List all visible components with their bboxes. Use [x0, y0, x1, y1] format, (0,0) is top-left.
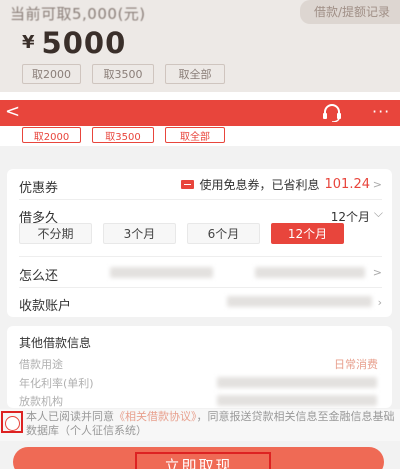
button-highlight-box [135, 452, 271, 469]
take-all-chip[interactable]: 取全部 [165, 127, 225, 143]
divider [19, 199, 382, 200]
amount-value: 5000 [41, 26, 127, 60]
redacted-repay-info [255, 267, 365, 278]
receiving-account-label: 收款账户 [19, 299, 72, 314]
take-2000-chip-background[interactable]: 取2000 [22, 64, 81, 84]
take-3500-chip-background[interactable]: 取3500 [92, 64, 154, 84]
term-options: 不分期 3个月 6个月 12个月 [19, 223, 344, 244]
amount-chip-bar: 取2000 取3500 取全部 [0, 126, 400, 146]
other-loan-info-card: 其他借款信息 借款用途 日常消费 年化利率(单利) 放款机构 [7, 326, 392, 408]
chevron-right-icon: › [377, 296, 382, 309]
agreement-text: 本人已阅读并同意《相关借款协议》，同意报送贷款相关信息至金融信息基础数据库（个人… [26, 410, 396, 438]
repay-label: 怎么还 [19, 269, 59, 284]
available-amount-label: 当前可取5,000(元) [10, 5, 146, 23]
coupon-row[interactable]: 优惠券 使用免息券，已省利息 101.24 > [7, 169, 392, 199]
take-all-chip-background[interactable]: 取全部 [165, 64, 225, 84]
more-icon[interactable]: ··· [372, 102, 390, 121]
app-bar: < ··· [0, 100, 400, 126]
agreement-bar: 本人已阅读并同意《相关借款协议》，同意报送贷款相关信息至金融信息基础数据库（个人… [0, 409, 400, 441]
other-info-title: 其他借款信息 [19, 336, 92, 350]
redacted-lender [217, 395, 377, 406]
radio-highlight-box [1, 411, 23, 433]
term-option-6-months[interactable]: 6个月 [187, 223, 260, 244]
redacted-account-info [227, 296, 372, 307]
term-option-none[interactable]: 不分期 [19, 223, 92, 244]
loan-record-link[interactable]: 借款/提额记录 [299, 0, 400, 24]
repay-row[interactable]: 怎么还 > [7, 257, 392, 287]
purpose-label: 借款用途 [19, 358, 63, 371]
lender-label: 放款机构 [19, 395, 63, 408]
chevron-right-icon: > [372, 266, 382, 279]
loan-options-card: 优惠券 使用免息券，已省利息 101.24 > 借多久 12个月 ⌵ 不分期 3个… [7, 169, 392, 317]
receiving-account-row[interactable]: 收款账户 › [7, 288, 392, 317]
divider-stripe [0, 92, 400, 100]
amount-display: ¥5000 [22, 26, 126, 60]
chevron-right-icon: > [372, 178, 382, 191]
redacted-rate [217, 377, 377, 388]
agreement-prefix: 本人已阅读并同意 [26, 410, 114, 423]
take-3500-chip[interactable]: 取3500 [92, 127, 154, 143]
chevron-down-icon[interactable]: ⌵ [374, 206, 383, 221]
coupon-label: 优惠券 [19, 181, 59, 196]
currency-symbol: ¥ [22, 32, 36, 53]
loan-agreement-link[interactable]: 《相关借款协议》 [114, 410, 197, 423]
coupon-saved-amount: 101.24 [324, 177, 371, 192]
coupon-ticket-icon [181, 180, 195, 189]
coupon-text: 使用免息券，已省利息 [199, 178, 320, 192]
redacted-repay-info [110, 267, 213, 278]
purpose-value: 日常消费 [334, 358, 378, 371]
annual-rate-label: 年化利率(单利) [19, 377, 94, 390]
background-amount-panel: 当前可取5,000(元) 借款/提额记录 ¥5000 取2000 取3500 取… [0, 0, 400, 98]
back-arrow-icon[interactable]: < [5, 103, 20, 121]
headset-icon[interactable] [321, 104, 343, 122]
coupon-value: 使用免息券，已省利息 101.24 [181, 176, 370, 193]
take-2000-chip[interactable]: 取2000 [22, 127, 81, 143]
amount-chip-row-background: 取2000 取3500 取全部 [22, 64, 225, 84]
term-option-12-months[interactable]: 12个月 [271, 223, 344, 244]
term-option-3-months[interactable]: 3个月 [103, 223, 176, 244]
